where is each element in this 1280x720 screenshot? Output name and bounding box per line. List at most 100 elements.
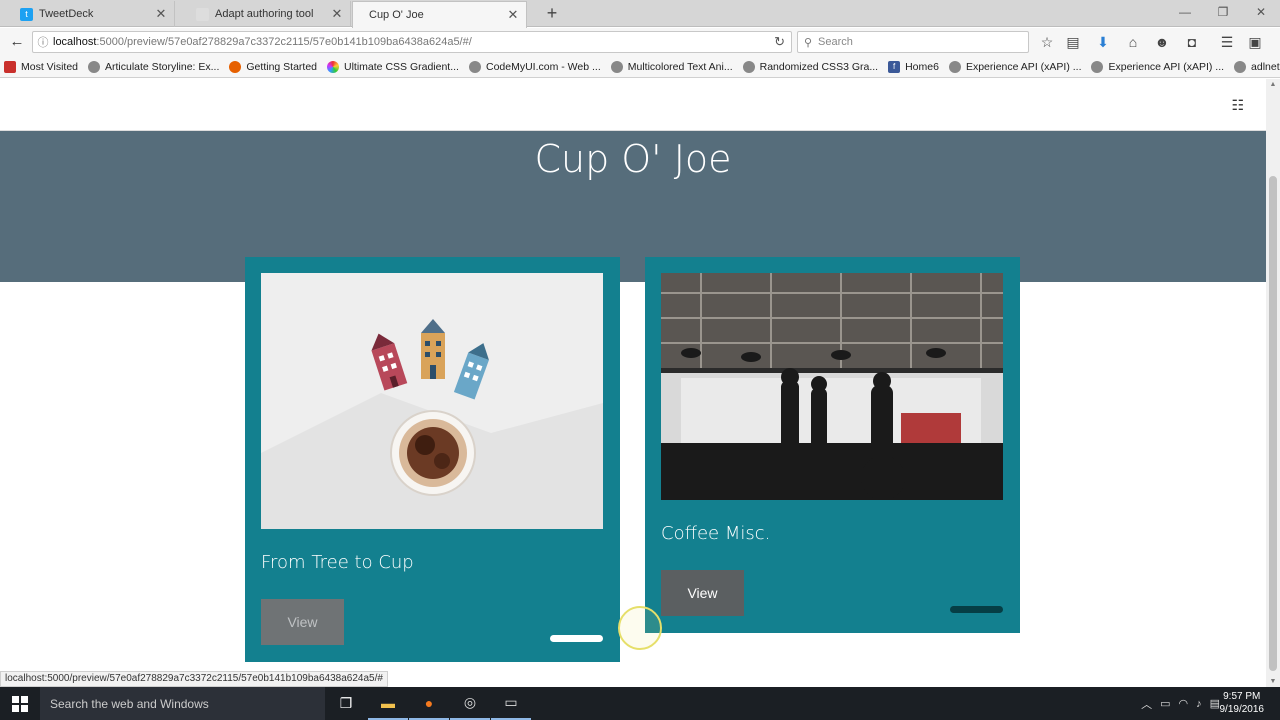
info-icon[interactable]: ⓘ xyxy=(33,34,53,50)
start-button[interactable] xyxy=(0,687,40,720)
bookmark-label: Ultimate CSS Gradient... xyxy=(344,60,459,73)
minimize-button[interactable]: — xyxy=(1166,0,1204,26)
bookmark-item[interactable]: Randomized CSS3 Gra... xyxy=(742,60,879,73)
card-image-cafe xyxy=(661,273,1003,500)
globe-icon xyxy=(468,60,481,73)
scrollbar-thumb[interactable] xyxy=(1269,176,1277,671)
battery-icon[interactable]: ▭ xyxy=(1160,697,1170,710)
tab-label: TweetDeck xyxy=(39,8,94,20)
card-image-coffee-cup xyxy=(261,273,603,529)
clock-time: 9:57 PM xyxy=(1223,691,1261,702)
card-title: Coffee Misc. xyxy=(661,523,771,544)
progress-indicator-complete xyxy=(550,635,603,642)
tab-strip: t TweetDeck ✕ Adapt authoring tool ✕ Cup… xyxy=(0,0,1280,28)
pocket-icon[interactable]: ◘ xyxy=(1181,32,1203,52)
bookmark-star-icon[interactable]: ☆ xyxy=(1036,32,1058,52)
facebook-icon: f xyxy=(888,60,901,73)
globe-icon xyxy=(88,60,100,73)
download-icon[interactable]: ⬇ xyxy=(1092,32,1114,52)
bookmark-item[interactable]: Multicolored Text Ani... xyxy=(610,60,733,73)
bookmark-label: Getting Started xyxy=(246,60,318,73)
hero-banner: Cup O' Joe xyxy=(0,131,1266,282)
globe-icon xyxy=(1091,60,1104,73)
navigation-toolbar: ← ⓘ localhost:5000/preview/57e0af278829a… xyxy=(0,28,1280,56)
bookmark-item[interactable]: Experience API (xAPI) ... xyxy=(948,60,1082,73)
close-icon[interactable]: ✕ xyxy=(154,6,168,22)
windows-taskbar: Search the web and Windows ❐ ▬ ● ◎ ▭ ︿ ▭… xyxy=(0,687,1280,720)
home-icon[interactable]: ⌂ xyxy=(1122,32,1144,52)
taskbar-search-input[interactable]: Search the web and Windows xyxy=(40,687,325,720)
address-bar[interactable]: ⓘ localhost:5000/preview/57e0af278829a7c… xyxy=(32,31,792,53)
bookmark-label: Experience API (xAPI) ... xyxy=(965,60,1082,73)
close-icon[interactable]: ✕ xyxy=(330,6,344,22)
card-title: From Tree to Cup xyxy=(261,552,414,573)
file-explorer-icon[interactable]: ▬ xyxy=(368,687,408,720)
menu-card-tree-to-cup: From Tree to Cup View xyxy=(245,257,620,662)
taskbar-clock[interactable]: 9:57 PM 9/19/2016 xyxy=(1220,690,1265,716)
page-viewport: ☷ Cup O' Joe From Tree to Cup View Coffe… xyxy=(0,79,1266,687)
status-link-preview: localhost:5000/preview/57e0af278829a7c33… xyxy=(0,671,388,687)
task-view-icon[interactable]: ❐ xyxy=(326,687,366,720)
bookmark-label: Randomized CSS3 Gra... xyxy=(759,60,879,73)
view-button[interactable]: View xyxy=(261,599,344,645)
list-menu-icon[interactable]: ☷ xyxy=(1231,97,1244,114)
bookmark-label: CodeMyUI.com - Web ... xyxy=(485,60,601,73)
smiley-icon[interactable]: ☻ xyxy=(1151,32,1173,52)
twitter-icon: t xyxy=(20,7,33,21)
search-input[interactable]: ⚲ Search xyxy=(797,31,1029,53)
volume-icon[interactable]: ♪ xyxy=(1196,698,1202,710)
bookmarks-bar: Most Visited Articulate Storyline: Ex...… xyxy=(0,56,1280,78)
view-button[interactable]: View xyxy=(661,570,744,616)
back-button[interactable]: ← xyxy=(6,31,28,53)
scroll-up-arrow-icon[interactable]: ▲ xyxy=(1266,81,1280,88)
bookmark-label: Most Visited xyxy=(21,60,78,73)
firefox-icon xyxy=(229,60,242,73)
wifi-icon[interactable]: ◠ xyxy=(1178,697,1188,710)
bookmark-item[interactable]: f Home6 xyxy=(888,60,939,73)
taskbar-search-placeholder: Search the web and Windows xyxy=(50,696,209,711)
app-taskbar-icon[interactable]: ◎ xyxy=(450,687,490,720)
globe-icon xyxy=(610,60,623,73)
bookmark-item[interactable]: CodeMyUI.com - Web ... xyxy=(468,60,601,73)
reload-icon[interactable]: ↻ xyxy=(774,34,785,50)
bookmark-item[interactable]: Articulate Storyline: Ex... xyxy=(88,60,219,73)
search-placeholder: Search xyxy=(818,36,853,48)
bookmark-item[interactable]: Ultimate CSS Gradient... xyxy=(327,60,459,73)
chevron-up-icon[interactable]: ︿ xyxy=(1141,696,1152,712)
globe-icon xyxy=(742,60,755,73)
page-scrollbar[interactable]: ▲ ▼ xyxy=(1266,79,1280,687)
bookmark-label: Experience API (xAPI) ... xyxy=(1108,60,1225,73)
bookmark-item[interactable]: Most Visited xyxy=(4,60,78,73)
adapt-icon xyxy=(196,7,209,21)
scroll-down-arrow-icon[interactable]: ▼ xyxy=(1266,678,1280,685)
cafe-interior-photo xyxy=(661,273,1003,500)
close-icon[interactable]: ✕ xyxy=(506,7,520,23)
globe-icon xyxy=(1234,60,1247,73)
bookmark-item[interactable]: adlnet.github.io xyxy=(1234,60,1280,73)
bookmark-item[interactable]: Experience API (xAPI) ... xyxy=(1091,60,1225,73)
url-path: :5000/preview/57e0af278829a7c3372c2115/5… xyxy=(96,36,472,48)
coffee-houses-illustration xyxy=(261,273,603,529)
new-tab-button[interactable]: + xyxy=(541,3,563,23)
globe-icon xyxy=(948,60,961,73)
notification-icon[interactable]: ▤ xyxy=(1210,697,1220,710)
tab-cup-o-joe[interactable]: Cup O' Joe ✕ xyxy=(352,1,527,28)
reading-list-icon[interactable]: ▤ xyxy=(1062,32,1084,52)
extension-icon[interactable]: ▣ xyxy=(1244,32,1266,52)
tab-label: Adapt authoring tool xyxy=(215,8,314,20)
cursor-highlight xyxy=(618,606,662,650)
window-close-button[interactable]: ✕ xyxy=(1242,0,1280,26)
search-icon: ⚲ xyxy=(803,36,813,49)
tab-adapt-authoring[interactable]: Adapt authoring tool ✕ xyxy=(176,1,351,27)
menu-card-coffee-misc: Coffee Misc. View xyxy=(645,257,1020,633)
terminal-taskbar-icon[interactable]: ▭ xyxy=(491,687,531,720)
firefox-taskbar-icon[interactable]: ● xyxy=(409,687,449,720)
restore-button[interactable]: ❐ xyxy=(1204,0,1242,26)
bookmark-label: adlnet.github.io xyxy=(1251,60,1280,73)
windows-logo-icon xyxy=(12,695,28,712)
progress-indicator-incomplete xyxy=(950,606,1003,613)
bookmark-label: Home6 xyxy=(905,60,939,73)
hamburger-menu-icon[interactable]: ☰ xyxy=(1216,32,1238,52)
bookmark-item[interactable]: Getting Started xyxy=(229,60,318,73)
tab-tweetdeck[interactable]: t TweetDeck ✕ xyxy=(0,1,175,27)
